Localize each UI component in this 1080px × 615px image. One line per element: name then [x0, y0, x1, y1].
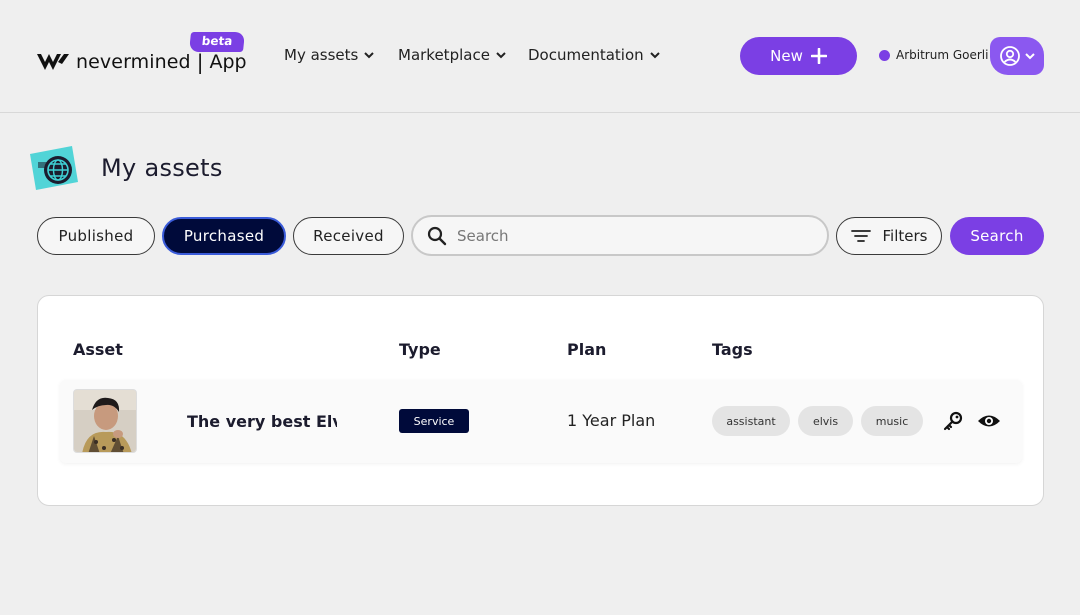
tag-chip[interactable]: music	[861, 406, 923, 436]
nav-marketplace-label: Marketplace	[398, 46, 490, 64]
plus-icon	[810, 48, 827, 64]
network-indicator[interactable]: Arbitrum Goerli	[879, 48, 988, 62]
search-button[interactable]: Search	[950, 217, 1044, 255]
asset-plan: 1 Year Plan	[567, 411, 656, 430]
tag-chip[interactable]: assistant	[712, 406, 790, 436]
column-header-asset: Asset	[73, 340, 123, 359]
chevron-down-icon	[364, 52, 375, 59]
user-circle-icon	[1000, 46, 1020, 66]
column-header-tags: Tags	[712, 340, 753, 359]
eye-icon[interactable]	[977, 409, 1001, 433]
beta-badge: beta	[188, 32, 246, 52]
page-title: My assets	[101, 154, 223, 182]
asset-image	[74, 390, 136, 452]
filters-label: Filters	[882, 227, 928, 245]
top-header: nevermined | App beta My assets Marketpl…	[0, 0, 1080, 113]
app-logo[interactable]: nevermined | App	[36, 50, 247, 74]
chevron-down-icon	[1025, 53, 1035, 60]
logo-text: nevermined	[76, 51, 191, 73]
nav-documentation[interactable]: Documentation	[528, 46, 660, 64]
asset-type-badge: Service	[399, 409, 469, 433]
chevron-down-icon	[649, 52, 660, 59]
filters-button[interactable]: Filters	[836, 217, 942, 255]
search-input[interactable]	[457, 226, 797, 245]
new-button[interactable]: New	[740, 37, 857, 75]
logo-separator: |	[196, 50, 204, 74]
assets-globe-icon	[30, 146, 78, 190]
account-menu-button[interactable]	[990, 37, 1044, 75]
nav-my-assets-label: My assets	[284, 46, 359, 64]
tab-received[interactable]: Received	[293, 217, 404, 255]
network-label: Arbitrum Goerli	[896, 48, 989, 62]
search-field[interactable]	[411, 215, 829, 256]
nevermined-logo-icon	[37, 54, 69, 70]
network-status-dot	[879, 49, 890, 61]
column-header-type: Type	[399, 340, 441, 359]
filter-icon	[850, 230, 871, 242]
tab-published[interactable]: Published	[37, 217, 155, 255]
asset-name-link[interactable]: The very best Elvi...	[187, 412, 337, 431]
column-header-plan: Plan	[567, 340, 607, 359]
logo-app-text: App	[209, 51, 247, 73]
nav-my-assets[interactable]: My assets	[284, 46, 375, 64]
key-icon[interactable]	[941, 409, 965, 433]
asset-thumbnail[interactable]	[73, 389, 137, 453]
tab-purchased[interactable]: Purchased	[162, 217, 286, 255]
new-button-label: New	[770, 47, 803, 65]
nav-documentation-label: Documentation	[528, 46, 644, 64]
tag-chip[interactable]: elvis	[798, 406, 853, 436]
chevron-down-icon	[496, 52, 506, 59]
search-icon	[427, 226, 447, 245]
nav-marketplace[interactable]: Marketplace	[398, 46, 506, 64]
